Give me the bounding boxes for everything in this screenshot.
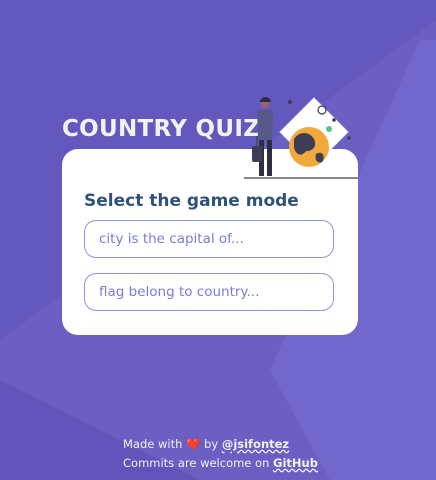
mode-option-capital[interactable]: city is the capital of... [84, 220, 334, 258]
traveler-globe-illustration [244, 97, 358, 179]
footer-by-text: by [204, 437, 219, 451]
heart-icon: ❤️ [186, 437, 201, 451]
github-link[interactable]: GitHub [273, 456, 318, 470]
footer-commits: Commits are welcome on GitHub [123, 456, 318, 470]
footer-credits: Made with ❤️ by @jsifontez [123, 437, 289, 451]
mode-option-label: city is the capital of... [99, 231, 244, 247]
mode-option-flag[interactable]: flag belong to country... [84, 273, 334, 311]
page-title: COUNTRY QUIZ [62, 116, 261, 142]
mode-option-label: flag belong to country... [99, 284, 260, 300]
footer-made-text: Made with [123, 437, 183, 451]
author-link[interactable]: @jsifontez [222, 437, 289, 451]
footer-commits-text: Commits are welcome on [123, 456, 270, 470]
game-mode-heading: Select the game mode [84, 191, 299, 211]
